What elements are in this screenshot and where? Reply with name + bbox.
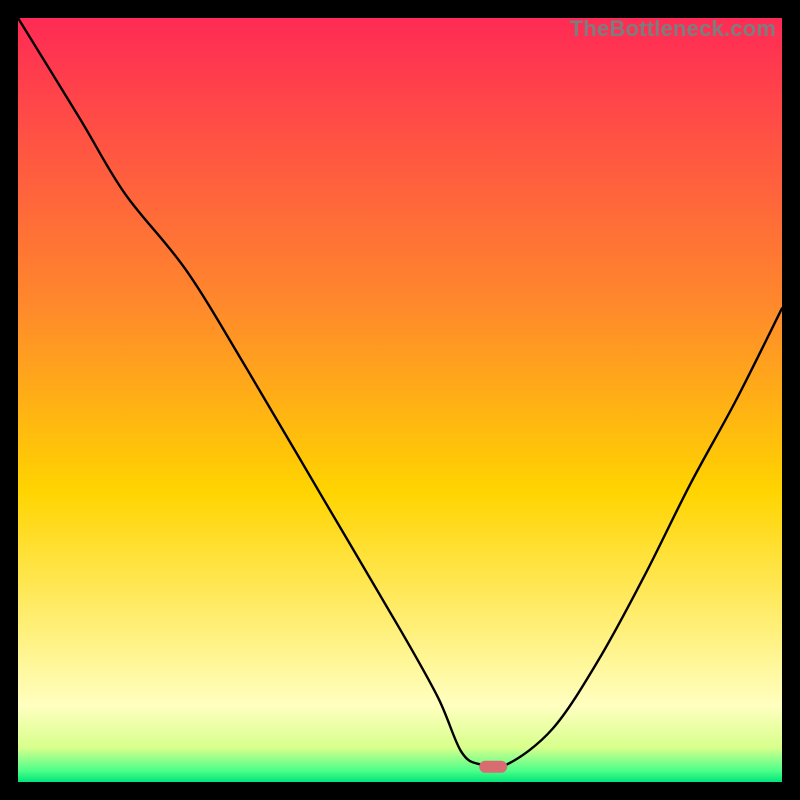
chart-svg xyxy=(18,18,782,782)
watermark-text: TheBottleneck.com xyxy=(570,18,776,42)
curve-marker xyxy=(479,761,507,773)
plot-area: TheBottleneck.com xyxy=(18,18,782,782)
chart-container: TheBottleneck.com xyxy=(0,0,800,800)
gradient-background xyxy=(18,18,782,782)
